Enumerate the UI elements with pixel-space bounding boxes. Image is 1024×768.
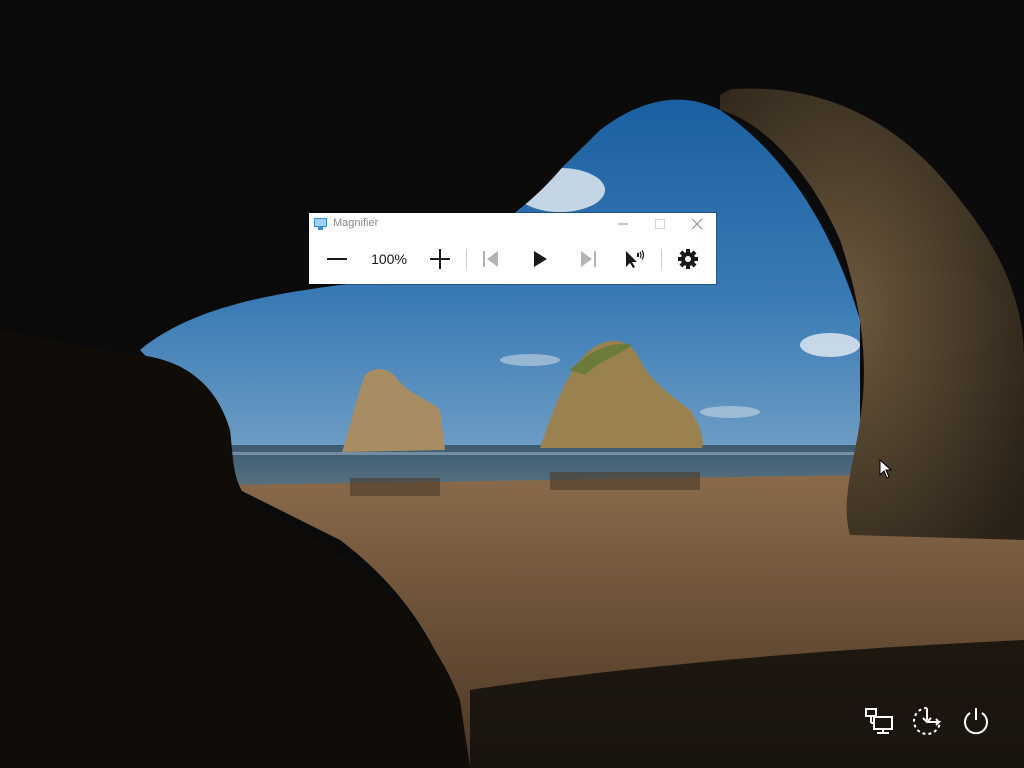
network-button[interactable] (862, 705, 898, 741)
plus-icon (429, 248, 451, 270)
play-button[interactable] (528, 239, 552, 279)
toolbar-divider (466, 249, 467, 269)
magnifier-icon (313, 216, 329, 232)
magnifier-window: Magnifier 100% (309, 213, 716, 284)
window-title: Magnifier (333, 217, 379, 229)
power-icon (961, 706, 991, 741)
cursor-speaker-icon (624, 249, 646, 269)
title-bar[interactable]: Magnifier (309, 213, 716, 235)
ease-of-access-button[interactable] (909, 705, 945, 741)
power-button[interactable] (958, 705, 994, 741)
lock-screen-background (0, 0, 1024, 768)
next-button[interactable] (576, 239, 600, 279)
network-icon (864, 707, 896, 740)
minus-icon (326, 248, 348, 270)
read-from-here-button[interactable] (622, 239, 648, 279)
settings-button[interactable] (675, 239, 701, 279)
gear-icon (677, 248, 699, 270)
close-button[interactable] (680, 213, 714, 235)
previous-button[interactable] (479, 239, 503, 279)
skip-forward-icon (579, 250, 597, 268)
play-icon (531, 250, 549, 268)
skip-back-icon (482, 250, 500, 268)
zoom-level: 100% (371, 251, 407, 267)
minimize-button[interactable] (606, 213, 640, 235)
magnifier-toolbar: 100% (309, 239, 716, 279)
toolbar-divider (661, 249, 662, 269)
zoom-in-button[interactable] (426, 239, 454, 279)
zoom-out-button[interactable] (323, 239, 351, 279)
mouse-pointer-icon (879, 459, 893, 479)
ease-of-access-icon (911, 705, 943, 742)
maximize-button[interactable] (643, 213, 677, 235)
